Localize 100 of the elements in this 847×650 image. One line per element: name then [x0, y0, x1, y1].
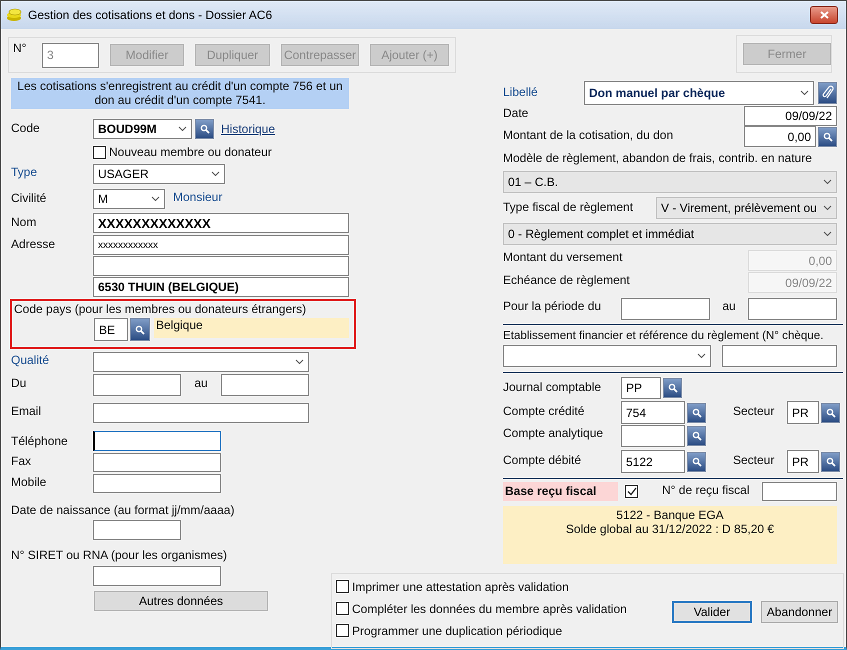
- dropdown[interactable]: V - Virement, prélèvement ou: [656, 197, 837, 219]
- search-icon: [692, 408, 702, 418]
- text-field[interactable]: [621, 298, 710, 320]
- tax-receipt-label: Base reçu fiscal: [503, 482, 618, 501]
- dropdown[interactable]: Don manuel par chèque: [584, 81, 814, 105]
- dropdown[interactable]: 0 - Règlement complet et immédiat: [503, 223, 837, 245]
- text-field[interactable]: [748, 298, 837, 320]
- dropdown[interactable]: USAGER: [93, 164, 225, 184]
- checkbox-label: Compléter les données du membre après validation: [352, 602, 627, 616]
- field-label: Civilité: [11, 190, 48, 205]
- checkbox[interactable]: [336, 624, 349, 637]
- text-field[interactable]: [93, 374, 181, 396]
- dropdown[interactable]: BOUD99M: [93, 119, 192, 139]
- summary-line: 5122 - Banque EGA: [616, 508, 724, 522]
- field-label: Date de naissance (au format jj/mm/aaaa): [11, 502, 234, 517]
- caret-icon: [823, 179, 832, 185]
- check-icon: [626, 487, 636, 496]
- search-button[interactable]: [821, 452, 840, 472]
- text-field[interactable]: [93, 566, 221, 586]
- text-field[interactable]: xxxxxxxxxxxx: [93, 235, 349, 255]
- dropdown[interactable]: 01 – C.B.: [503, 171, 837, 193]
- text-field[interactable]: PP: [621, 377, 661, 399]
- checkbox[interactable]: [336, 580, 349, 593]
- close-button[interactable]: [810, 6, 838, 24]
- field-label: Qualité: [11, 352, 50, 367]
- field-label: Pour la période du: [503, 298, 602, 313]
- field-label: au: [193, 375, 209, 390]
- caret-icon: [211, 170, 220, 176]
- text-field[interactable]: BE: [94, 318, 128, 341]
- field-label: N° de reçu fiscal: [662, 482, 750, 497]
- caret-icon: [151, 196, 160, 202]
- text-field[interactable]: [93, 474, 221, 493]
- text-field[interactable]: [93, 453, 221, 472]
- search-button[interactable]: [195, 119, 214, 139]
- field-label: Code pays (pour les membres ou donateurs étrangers): [14, 302, 306, 316]
- paperclip-button[interactable]: [818, 82, 837, 104]
- field-label: Téléphone: [11, 433, 69, 448]
- text-field[interactable]: 6530 THUIN (BELGIQUE): [93, 277, 349, 297]
- search-button[interactable]: [687, 402, 706, 422]
- field-label: Secteur: [733, 403, 776, 418]
- field-label: Mobile: [11, 474, 48, 489]
- field-label: Fax: [11, 453, 32, 468]
- field-label: Secteur: [733, 452, 776, 467]
- checkbox[interactable]: [625, 485, 638, 498]
- text-field[interactable]: [621, 425, 685, 447]
- text-field[interactable]: 754: [621, 401, 685, 424]
- checkbox[interactable]: [336, 602, 349, 615]
- search-button[interactable]: [130, 318, 150, 341]
- more-data-button[interactable]: Autres données: [94, 591, 268, 611]
- text-field[interactable]: [93, 430, 221, 450]
- paperclip-icon: [822, 85, 834, 101]
- text-field[interactable]: PR: [787, 450, 819, 473]
- field-label: Date: [503, 106, 530, 120]
- dropdown[interactable]: M: [93, 189, 165, 209]
- field-label: Code: [11, 120, 41, 135]
- field-label: Modèle de règlement, abandon de frais, contrib. en nature: [503, 151, 812, 165]
- text-field[interactable]: [93, 520, 181, 540]
- text-field[interactable]: [762, 482, 837, 501]
- summary-line: Solde global au 31/12/2022 : D 85,20 €: [566, 522, 774, 536]
- field-label: Montant du versement: [503, 250, 624, 264]
- search-icon: [826, 456, 836, 466]
- text-field[interactable]: 0,00: [744, 126, 816, 147]
- search-icon: [668, 383, 678, 393]
- cancel-button[interactable]: Abandonner: [761, 601, 838, 623]
- text-field[interactable]: XXXXXXXXXXXXX: [93, 213, 349, 233]
- country-name: Belgique: [154, 318, 349, 338]
- history-link[interactable]: Historique: [221, 122, 276, 136]
- caret-icon: [295, 358, 304, 364]
- search-button[interactable]: [818, 126, 837, 146]
- text-field[interactable]: 3: [42, 42, 99, 68]
- close-icon: [820, 11, 828, 19]
- validate-button[interactable]: Valider: [672, 601, 752, 623]
- field-label: Montant de la cotisation, du don: [503, 127, 674, 142]
- text-field[interactable]: 09/09/22: [744, 106, 837, 126]
- search-button[interactable]: [821, 402, 840, 422]
- field-label: Type fiscal de règlement: [503, 199, 634, 214]
- checkbox-label: Programmer une duplication périodique: [352, 624, 562, 638]
- search-button[interactable]: [663, 378, 682, 398]
- text-field[interactable]: [93, 402, 309, 422]
- checkbox-label: Nouveau membre ou donateur: [109, 145, 272, 159]
- text-field[interactable]: [93, 256, 349, 276]
- text-field[interactable]: [221, 374, 309, 396]
- field-label: Compte analytique: [503, 425, 604, 440]
- field-label: Libellé: [503, 84, 539, 99]
- checkbox[interactable]: [93, 146, 106, 158]
- field-label: N° SIRET ou RNA (pour les organismes): [11, 547, 227, 562]
- text-field[interactable]: PR: [787, 401, 819, 424]
- search-icon: [692, 431, 702, 441]
- number-label: N°: [13, 41, 28, 55]
- field-label: Du: [11, 375, 28, 390]
- dropdown[interactable]: [93, 352, 309, 372]
- field-label: Compte crédité: [503, 403, 586, 418]
- text-field[interactable]: [722, 345, 837, 367]
- field-label: au: [721, 298, 737, 313]
- info-banner: Les cotisations s'enregistrent au crédit d'un compte 756 et un don au crédit d'un compte 7541.: [11, 78, 349, 109]
- text-field[interactable]: 5122: [621, 450, 685, 473]
- search-button[interactable]: [687, 426, 706, 446]
- search-icon: [135, 324, 145, 334]
- search-button[interactable]: [687, 452, 706, 472]
- dropdown[interactable]: [503, 345, 711, 367]
